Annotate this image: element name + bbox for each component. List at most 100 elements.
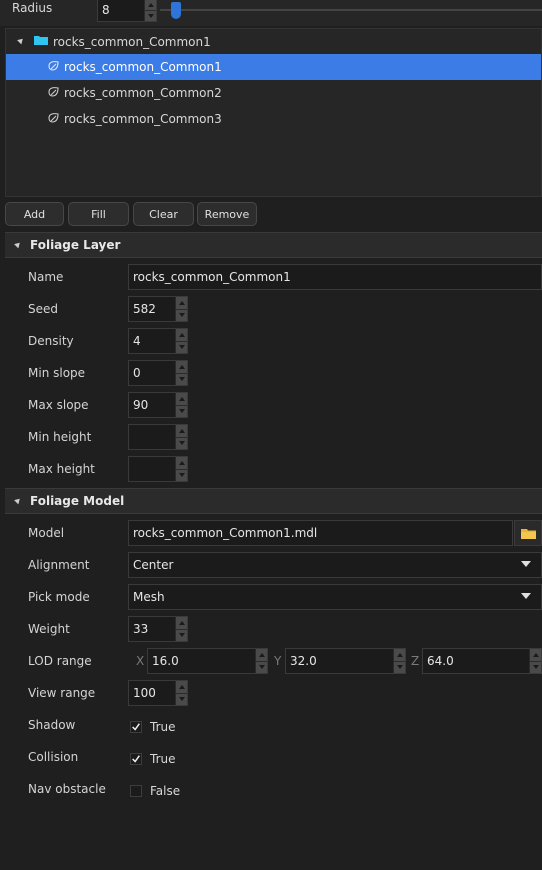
pick-mode-select[interactable]: Mesh: [128, 584, 542, 610]
max-height-spin-buttons[interactable]: [175, 457, 187, 481]
lod-x-label: X: [136, 654, 145, 668]
lod-y-spinbox[interactable]: 32.0: [285, 648, 406, 674]
density-spin-buttons[interactable]: [175, 329, 187, 353]
model-field[interactable]: rocks_common_Common1.mdl: [128, 520, 513, 546]
collapse-arrow-icon[interactable]: [14, 496, 22, 505]
max-height-spinbox[interactable]: [128, 456, 188, 482]
folder-icon: [521, 529, 536, 539]
spin-down-icon[interactable]: [176, 629, 187, 641]
weight-spin-buttons[interactable]: [175, 617, 187, 641]
lod-z-spin-buttons[interactable]: [529, 649, 541, 673]
spin-down-icon[interactable]: [176, 693, 187, 705]
foliage-model-header[interactable]: Foliage Model: [5, 488, 542, 514]
chevron-down-icon[interactable]: [521, 561, 531, 567]
foliage-tree[interactable]: rocks_common_Common1 rocks_common_Common…: [5, 28, 542, 197]
weight-label: Weight: [28, 622, 70, 636]
lod-z-label: Z: [411, 654, 420, 668]
foliage-layer-header[interactable]: Foliage Layer: [5, 232, 542, 258]
view-range-spin-buttons[interactable]: [175, 681, 187, 705]
spin-down-icon[interactable]: [176, 373, 187, 385]
spin-down-icon[interactable]: [530, 661, 541, 673]
tree-item-rocks-3[interactable]: rocks_common_Common3: [6, 106, 541, 132]
view-range-spinbox[interactable]: 100: [128, 680, 188, 706]
radius-slider-handle[interactable]: [171, 2, 181, 19]
collision-value: True: [150, 752, 176, 766]
name-label: Name: [28, 270, 64, 284]
layer-actions: Add Fill Clear Remove: [0, 202, 542, 228]
min-height-spin-buttons[interactable]: [175, 425, 187, 449]
spin-down-icon[interactable]: [176, 405, 187, 417]
tree-item-rocks-2[interactable]: rocks_common_Common2: [6, 80, 541, 106]
lod-y-spin-buttons[interactable]: [393, 649, 405, 673]
tree-item-label: rocks_common_Common2: [64, 86, 222, 100]
nav-obstacle-label: Nav obstacle: [28, 782, 106, 796]
name-field[interactable]: rocks_common_Common1: [128, 264, 542, 290]
name-value: rocks_common_Common1: [133, 270, 291, 284]
fill-button[interactable]: Fill: [68, 202, 129, 226]
spin-down-icon[interactable]: [176, 469, 187, 481]
min-slope-spin-buttons[interactable]: [175, 361, 187, 385]
tree-root-label: rocks_common_Common1: [53, 35, 211, 49]
tree-item-label: rocks_common_Common3: [64, 112, 222, 126]
remove-button[interactable]: Remove: [197, 202, 257, 226]
folder-icon: [34, 36, 48, 45]
browse-model-button[interactable]: [514, 520, 542, 546]
density-label: Density: [28, 334, 74, 348]
view-range-value: 100: [133, 686, 156, 700]
spin-down-icon[interactable]: [256, 661, 267, 673]
pick-mode-value: Mesh: [133, 590, 165, 604]
view-range-label: View range: [28, 686, 96, 700]
spin-down-icon[interactable]: [145, 10, 156, 21]
model-value: rocks_common_Common1.mdl: [133, 526, 318, 540]
foliage-layer-title: Foliage Layer: [30, 238, 121, 252]
seed-spin-buttons[interactable]: [175, 297, 187, 321]
weight-value: 33: [133, 622, 149, 636]
lod-x-value: 16.0: [152, 654, 179, 668]
radius-value: 8: [102, 3, 110, 17]
radius-label: Radius: [12, 1, 53, 15]
check-icon: [132, 755, 140, 763]
min-slope-label: Min slope: [28, 366, 86, 380]
seed-spinbox[interactable]: 582: [128, 296, 188, 322]
max-slope-spin-buttons[interactable]: [175, 393, 187, 417]
collision-label: Collision: [28, 750, 79, 764]
min-slope-spinbox[interactable]: 0: [128, 360, 188, 386]
density-spinbox[interactable]: 4: [128, 328, 188, 354]
shadow-checkbox[interactable]: [130, 721, 142, 733]
tree-root-row[interactable]: rocks_common_Common1: [6, 29, 541, 55]
spin-down-icon[interactable]: [176, 437, 187, 449]
spin-down-icon[interactable]: [394, 661, 405, 673]
alignment-select[interactable]: Center: [128, 552, 542, 578]
density-value: 4: [133, 334, 141, 348]
lod-z-spinbox[interactable]: 64.0: [422, 648, 542, 674]
expand-arrow-icon[interactable]: [17, 36, 25, 45]
lod-y-label: Y: [274, 654, 282, 668]
spin-down-icon[interactable]: [176, 309, 187, 321]
nav-obstacle-value: False: [150, 784, 181, 798]
chevron-down-icon[interactable]: [521, 593, 531, 599]
lod-x-spinbox[interactable]: 16.0: [147, 648, 268, 674]
collapse-arrow-icon[interactable]: [14, 240, 22, 249]
weight-spinbox[interactable]: 33: [128, 616, 188, 642]
radius-slider-track[interactable]: [160, 9, 542, 11]
lod-y-value: 32.0: [290, 654, 317, 668]
lod-x-spin-buttons[interactable]: [255, 649, 267, 673]
radius-spin-buttons[interactable]: [144, 0, 156, 21]
spin-down-icon[interactable]: [176, 341, 187, 353]
leaf-icon: [48, 61, 59, 71]
nav-obstacle-checkbox[interactable]: [130, 785, 142, 797]
clear-button[interactable]: Clear: [133, 202, 194, 226]
foliage-model-title: Foliage Model: [30, 494, 125, 508]
radius-spinbox[interactable]: 8: [97, 0, 157, 22]
lod-z-value: 64.0: [427, 654, 454, 668]
leaf-icon: [48, 113, 59, 123]
min-height-spinbox[interactable]: [128, 424, 188, 450]
add-button[interactable]: Add: [5, 202, 64, 226]
min-slope-value: 0: [133, 366, 141, 380]
collision-checkbox[interactable]: [130, 753, 142, 765]
shadow-value: True: [150, 720, 176, 734]
lod-range-label: LOD range: [28, 654, 92, 668]
max-slope-spinbox[interactable]: 90: [128, 392, 188, 418]
tree-item-rocks-1[interactable]: rocks_common_Common1: [6, 54, 541, 80]
alignment-label: Alignment: [28, 558, 90, 572]
